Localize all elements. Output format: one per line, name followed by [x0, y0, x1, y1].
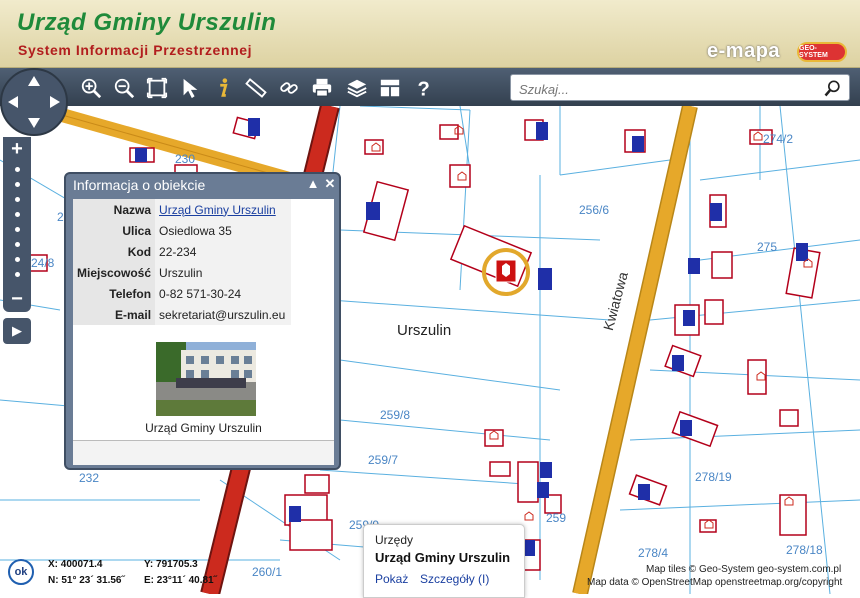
- measure-ruler-icon[interactable]: [244, 76, 268, 100]
- zoom-level-dot[interactable]: [15, 212, 20, 217]
- layout-icon[interactable]: [378, 76, 402, 100]
- zoom-level-dot[interactable]: [15, 257, 20, 262]
- field-label: Telefon: [73, 283, 156, 304]
- place-label: Urszulin: [397, 322, 452, 339]
- parcel-label: 256/6: [579, 203, 610, 217]
- side-panel-toggle[interactable]: ▶: [3, 318, 31, 344]
- parcel-label: 278/4: [638, 546, 669, 560]
- parcel-label: 278/19: [695, 470, 732, 484]
- layers-icon[interactable]: [345, 76, 369, 100]
- parcel-label: 260/1: [252, 565, 283, 579]
- select-arrow-icon[interactable]: [178, 76, 202, 100]
- name-link[interactable]: Urząd Gminy Urszulin: [159, 203, 276, 217]
- pan-left-icon[interactable]: [8, 96, 18, 108]
- pan-right-icon[interactable]: [50, 96, 60, 108]
- field-label: Kod: [73, 241, 156, 262]
- close-icon[interactable]: ✕: [323, 177, 337, 191]
- field-label: E-mail: [73, 304, 156, 325]
- table-row: Miejscowość Urszulin: [73, 262, 291, 283]
- app-subtitle: System Informacji Przestrzennej: [18, 42, 253, 58]
- photo-caption: Urząd Gminy Urszulin: [145, 421, 262, 435]
- search-input[interactable]: [517, 79, 821, 99]
- map-popup: Urzędy Urząd Gminy Urszulin Pokaż Szczeg…: [363, 524, 525, 598]
- field-label: Nazwa: [73, 199, 156, 220]
- field-value: 22-234: [155, 241, 291, 262]
- print-icon[interactable]: [310, 76, 334, 100]
- help-icon[interactable]: ?: [411, 76, 435, 100]
- brand-logo-text: e-mapa: [707, 40, 781, 62]
- zoom-level-dot[interactable]: [15, 167, 20, 172]
- panel-footer: [73, 440, 334, 465]
- parcel-label: 230: [175, 152, 196, 166]
- geo-system-logo: GEO-SYSTEM: [797, 42, 847, 62]
- field-label: Ulica: [73, 220, 156, 241]
- zoom-level-dot[interactable]: [15, 182, 20, 187]
- panel-title: Informacja o obiekcie: [73, 177, 206, 193]
- parcel-label: 259: [546, 511, 567, 525]
- field-value: Osiedlowa 35: [155, 220, 291, 241]
- field-value: Urszulin: [155, 262, 291, 283]
- zoom-level-dot[interactable]: [15, 272, 20, 277]
- object-info-panel: Informacja o obiekcie ▲ ✕ Nazwa Urząd Gmi…: [64, 172, 341, 470]
- zoom-in-button[interactable]: +: [3, 139, 31, 159]
- pan-up-icon[interactable]: [28, 76, 40, 86]
- full-extent-icon[interactable]: [145, 76, 169, 100]
- popup-category: Urzędy: [375, 533, 414, 547]
- x-coordinate: X: 400071.4: [48, 559, 103, 570]
- app-header: Urząd Gminy Urszulin System Informacji P…: [0, 0, 860, 68]
- table-row: Telefon 0-82 571-30-24: [73, 283, 291, 304]
- table-row: Nazwa Urząd Gminy Urszulin: [73, 199, 291, 220]
- show-link[interactable]: Pokaż: [375, 572, 408, 586]
- building-photo[interactable]: [156, 342, 256, 416]
- parcel-label: 259/8: [380, 408, 411, 422]
- latitude: N: 51° 23´ 31.56˝: [48, 575, 125, 586]
- parcel-label: 278/18: [786, 543, 823, 557]
- zoom-level-dot[interactable]: [15, 197, 20, 202]
- osm-credit: Map data © OpenStreetMap openstreetmap.o…: [587, 577, 843, 588]
- search-box: [510, 74, 850, 101]
- zoom-out-icon[interactable]: [112, 76, 136, 100]
- ok-button[interactable]: ok: [8, 559, 34, 585]
- parcel-label: 275: [757, 240, 778, 254]
- zoom-out-button[interactable]: −: [3, 289, 31, 309]
- tiles-credit: Map tiles © Geo-System geo-system.com.pl: [646, 564, 842, 575]
- field-label: Miejscowość: [73, 262, 156, 283]
- longitude: E: 23°11´ 40.81˝: [144, 575, 217, 586]
- svg-text:?: ?: [418, 78, 430, 99]
- search-icon[interactable]: [823, 78, 843, 98]
- parcel-label: 259/7: [368, 453, 399, 467]
- panel-body: Nazwa Urząd Gminy Urszulin Ulica Osiedlowa…: [73, 199, 334, 465]
- info-table: Nazwa Urząd Gminy Urszulin Ulica Osiedlowa…: [73, 199, 291, 325]
- table-row: Ulica Osiedlowa 35: [73, 220, 291, 241]
- parcel-label: 232: [79, 471, 100, 485]
- zoom-in-icon[interactable]: [79, 76, 103, 100]
- details-link[interactable]: Szczegóły (I): [420, 572, 489, 586]
- info-icon[interactable]: [211, 76, 235, 100]
- collapse-icon[interactable]: ▲: [306, 177, 320, 191]
- popup-title: Urząd Gminy Urszulin: [375, 550, 511, 565]
- app-title: Urząd Gminy Urszulin: [17, 9, 277, 36]
- pan-down-icon[interactable]: [28, 118, 40, 128]
- table-row: E-mail sekretariat@urszulin.eu: [73, 304, 291, 325]
- y-coordinate: Y: 791705.3: [144, 559, 198, 570]
- field-value: sekretariat@urszulin.eu: [155, 304, 291, 325]
- zoom-level-dot[interactable]: [15, 227, 20, 232]
- zoom-level-dot[interactable]: [15, 242, 20, 247]
- zoom-slider: + −: [3, 137, 31, 312]
- pan-control: [0, 68, 68, 136]
- table-row: Kod 22-234: [73, 241, 291, 262]
- field-value: 0-82 571-30-24: [155, 283, 291, 304]
- parcel-label: 274/2: [763, 132, 794, 146]
- parcel-label: 24/8: [31, 256, 55, 270]
- link-icon[interactable]: [277, 76, 301, 100]
- coordinates-readout: X: 400071.4 Y: 791705.3 N: 51° 23´ 31.56…: [48, 557, 217, 589]
